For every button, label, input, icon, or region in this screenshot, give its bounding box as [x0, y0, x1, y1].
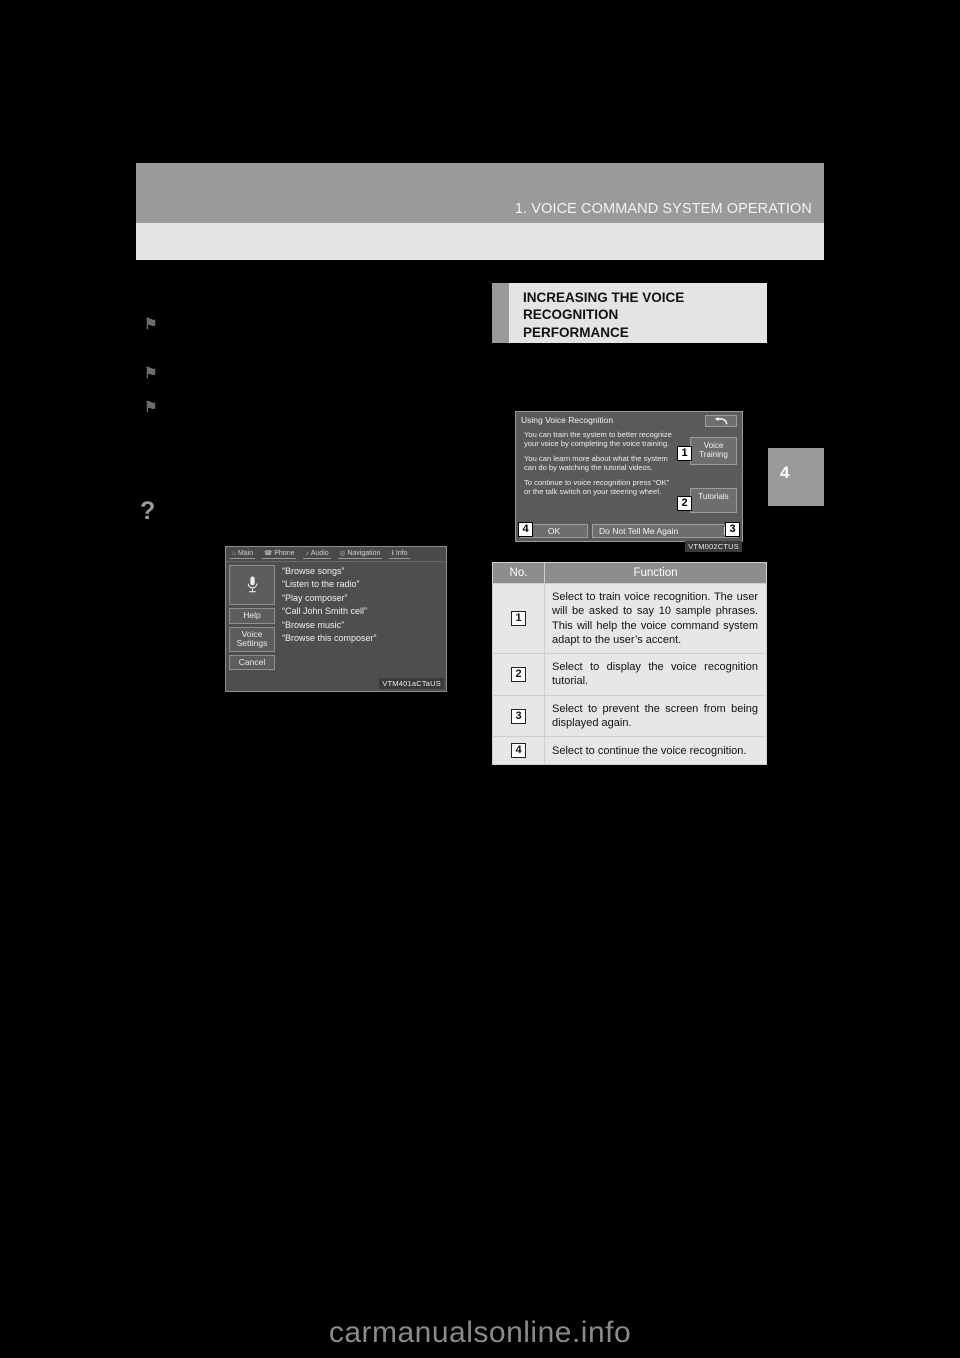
table-row: 3 Select to prevent the screen from bein… [492, 694, 767, 738]
figure-code: VTM401aCTaUS [379, 678, 444, 689]
figure-using-voice-recognition: Using Voice Recognition You can train th… [515, 411, 743, 552]
table-cell-no: 3 [492, 694, 545, 738]
callout-2: 2 [677, 496, 692, 511]
fig1-tab-phone[interactable]: ☎ Phone [262, 549, 297, 559]
question-marker: ? [140, 497, 156, 525]
command-item: “Browse music” [282, 619, 345, 630]
voice-training-label-line2: Training [699, 450, 728, 460]
site-watermark: carmanualsonline.info [328, 1316, 632, 1349]
page-header-band: 1. VOICE COMMAND SYSTEM OPERATION [136, 163, 824, 223]
page-header-subband [136, 223, 824, 260]
voice-training-button[interactable]: Voice Training [690, 437, 737, 465]
chapter-tab: 4 [768, 448, 824, 506]
table-row: 2 Select to display the voice recognitio… [492, 653, 767, 696]
fig2-text-body: You can train the system to better recog… [524, 430, 676, 497]
fig1-tab-info[interactable]: ℹ Info [389, 549, 410, 559]
fig1-tab-navigation[interactable]: ◎ Navigation [337, 549, 383, 559]
command-item: “Play composer” [282, 592, 348, 603]
table-row: 4 Select to continue the voice recogniti… [492, 736, 767, 766]
page-title: 1. VOICE COMMAND SYSTEM OPERATION [514, 201, 812, 217]
cancel-button[interactable]: Cancel [229, 654, 275, 671]
figure-code: VTM002CTUS [685, 541, 742, 552]
column-header-no: No. [492, 562, 545, 584]
fig1-tab-audio-label: Audio [310, 549, 329, 557]
command-item: “Listen to the radio” [282, 579, 360, 590]
phone-icon: ☎ [264, 550, 273, 557]
voice-settings-label-line2: Settings [236, 638, 268, 649]
fig2-screen-title: Using Voice Recognition [521, 415, 614, 425]
back-arrow-icon [714, 416, 728, 424]
command-item: “Browse songs” [282, 566, 345, 576]
section-heading-line2: RECOGNITION [523, 307, 619, 323]
table-cell-no: 1 [492, 582, 545, 655]
callout-3: 3 [725, 522, 740, 537]
chapter-tab-number: 4 [780, 463, 790, 482]
number-badge: 4 [511, 743, 526, 759]
fig1-tab-info-label: Info [395, 549, 408, 557]
command-item: “Browse this composer” [282, 632, 377, 643]
section-heading-line3: PERFORMANCE [523, 324, 629, 340]
function-table: No. Function 1 Select to train voice rec… [492, 562, 767, 766]
microphone-icon [247, 576, 257, 593]
voice-settings-button[interactable]: Voice Settings [229, 626, 275, 652]
fig1-tab-phone-label: Phone [274, 549, 295, 557]
fig2-paragraph: You can train the system to better recog… [524, 430, 672, 449]
table-cell-no: 4 [492, 736, 545, 766]
do-not-tell-me-again-label: Do Not Tell Me Again [599, 526, 679, 536]
microphone-button[interactable] [229, 565, 275, 605]
section-heading: INCREASING THE VOICE RECOGNITION PERFORM… [523, 289, 763, 341]
fig1-command-list: “Browse songs” “Listen to the radio” “Pl… [282, 566, 443, 644]
fig2-paragraph: You can learn more about what the system… [524, 453, 668, 473]
music-note-icon: ♪ [305, 549, 309, 557]
back-button[interactable] [705, 415, 737, 427]
number-badge: 1 [511, 611, 526, 627]
table-cell-function: Select to train voice recognition. The u… [544, 582, 767, 655]
fig1-nav-bar: ⌂ Main ☎ Phone ♪ Audio ◎ Navigation ℹ In… [226, 547, 446, 562]
fig1-tab-navigation-label: Navigation [347, 549, 381, 557]
fig2-paragraph: To continue to voice recognition press “… [524, 477, 670, 497]
table-cell-no: 2 [492, 653, 545, 696]
table-cell-function: Select to display the voice recognition … [544, 653, 767, 696]
tutorials-button[interactable]: Tutorials [690, 488, 737, 513]
table-header-row: No. Function [492, 562, 767, 584]
voice-training-label-line1: Voice [703, 441, 724, 450]
number-badge: 2 [511, 666, 526, 682]
bullet-marker-1: ⚑ [144, 316, 158, 333]
callout-4: 4 [518, 522, 533, 537]
callout-1: 1 [677, 446, 692, 461]
voice-settings-label-line1: Voice [241, 628, 263, 639]
column-header-function: Function [544, 562, 767, 584]
fig1-tab-main-label: Main [237, 549, 254, 557]
heading-accent-bar [492, 283, 509, 343]
home-icon: ⌂ [232, 549, 236, 557]
bullet-marker-3: ⚑ [144, 399, 158, 416]
compass-icon: ◎ [339, 550, 346, 557]
info-icon: ℹ [391, 550, 394, 557]
bullet-marker-2: ⚑ [144, 365, 158, 382]
help-button[interactable]: Help [229, 608, 275, 624]
do-not-tell-me-again-button[interactable]: Do Not Tell Me Again [592, 524, 738, 538]
number-badge: 3 [511, 708, 526, 724]
fig1-left-button-column: Help Voice Settings Cancel [229, 565, 275, 671]
manual-page: 1. VOICE COMMAND SYSTEM OPERATION 4 ⚑ ⚑ … [0, 0, 960, 1358]
table-cell-function: Select to prevent the screen from being … [544, 694, 767, 738]
table-cell-function: Select to continue the voice recognition… [544, 736, 767, 766]
fig1-tab-audio[interactable]: ♪ Audio [303, 549, 331, 559]
table-row: 1 Select to train voice recognition. The… [492, 582, 767, 655]
figure-voice-command-list: ⌂ Main ☎ Phone ♪ Audio ◎ Navigation ℹ In… [225, 546, 447, 692]
section-heading-block: INCREASING THE VOICE RECOGNITION PERFORM… [492, 283, 767, 343]
section-heading-line1: INCREASING THE VOICE [523, 290, 685, 305]
fig2-bottom-bar: OK Do Not Tell Me Again [520, 524, 738, 538]
fig1-tab-main[interactable]: ⌂ Main [230, 549, 256, 559]
command-item: “Call John Smith cell” [282, 606, 368, 617]
